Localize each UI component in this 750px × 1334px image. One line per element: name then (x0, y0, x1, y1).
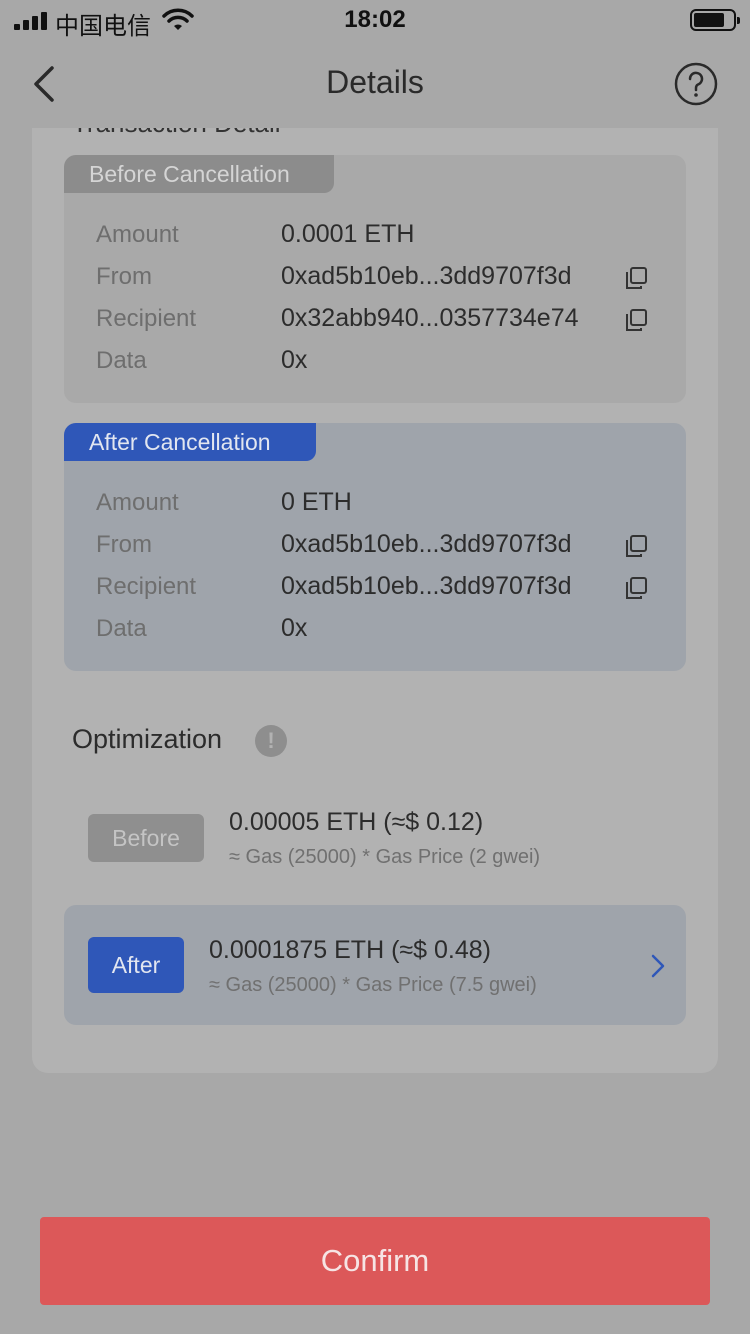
after-cancellation-box: After Cancellation Amount 0 ETH From 0xa… (64, 423, 686, 671)
detail-value: 0x (281, 346, 308, 374)
page-title: Details (326, 64, 424, 100)
detail-value: 0xad5b10eb...3dd9707f3d (281, 530, 572, 558)
detail-row-recipient: Recipient 0xad5b10eb...3dd9707f3d (96, 567, 656, 607)
copy-icon[interactable] (624, 534, 648, 558)
battery-icon (690, 9, 740, 31)
nav-bar: Details (0, 40, 750, 128)
detail-row-amount: Amount 0 ETH (96, 483, 656, 523)
detail-label: From (96, 263, 152, 290)
copy-icon[interactable] (624, 308, 648, 332)
before-badge: Before (88, 814, 204, 862)
detail-row-recipient: Recipient 0x32abb940...0357734e74 (96, 299, 656, 339)
before-fee: 0.00005 ETH (≈$ 0.12) (229, 808, 484, 836)
detail-label: Data (96, 347, 147, 374)
question-circle-icon[interactable] (674, 62, 718, 106)
detail-value: 0xad5b10eb...3dd9707f3d (281, 262, 572, 290)
status-time: 18:02 (344, 6, 406, 33)
detail-label: From (96, 531, 152, 558)
after-fee: 0.0001875 ETH (≈$ 0.48) (209, 936, 491, 964)
detail-row-data: Data 0x (96, 609, 656, 649)
optimization-title: Optimization (72, 724, 223, 754)
before-cancellation-tag: Before Cancellation (64, 155, 334, 193)
detail-label: Recipient (96, 573, 197, 600)
detail-value: 0x32abb940...0357734e74 (281, 304, 579, 332)
before-cancellation-box: Before Cancellation Amount 0.0001 ETH Fr… (64, 155, 686, 403)
after-cancellation-tag: After Cancellation (64, 423, 316, 461)
after-formula: ≈ Gas (25000) * Gas Price (7.5 gwei) (209, 974, 537, 996)
detail-row-from: From 0xad5b10eb...3dd9707f3d (96, 257, 656, 297)
copy-icon[interactable] (624, 576, 648, 600)
detail-label: Data (96, 615, 147, 642)
detail-row-data: Data 0x (96, 341, 656, 381)
detail-value: 0 ETH (281, 488, 352, 516)
detail-value: 0x (281, 614, 308, 642)
detail-value: 0xad5b10eb...3dd9707f3d (281, 572, 572, 600)
detail-label: Recipient (96, 305, 197, 332)
detail-value: 0.0001 ETH (281, 220, 415, 248)
detail-label: Amount (96, 489, 179, 516)
after-badge: After (88, 937, 184, 993)
detail-label: Amount (96, 221, 179, 248)
detail-row-amount: Amount 0.0001 ETH (96, 215, 656, 255)
status-bar: 中国电信 18:02 (0, 0, 750, 40)
chevron-right-icon[interactable] (648, 952, 668, 980)
info-icon[interactable]: ! (255, 725, 287, 757)
copy-icon[interactable] (624, 266, 648, 290)
detail-row-from: From 0xad5b10eb...3dd9707f3d (96, 525, 656, 565)
before-formula: ≈ Gas (25000) * Gas Price (2 gwei) (229, 846, 541, 868)
confirm-button[interactable]: Confirm (40, 1217, 710, 1305)
